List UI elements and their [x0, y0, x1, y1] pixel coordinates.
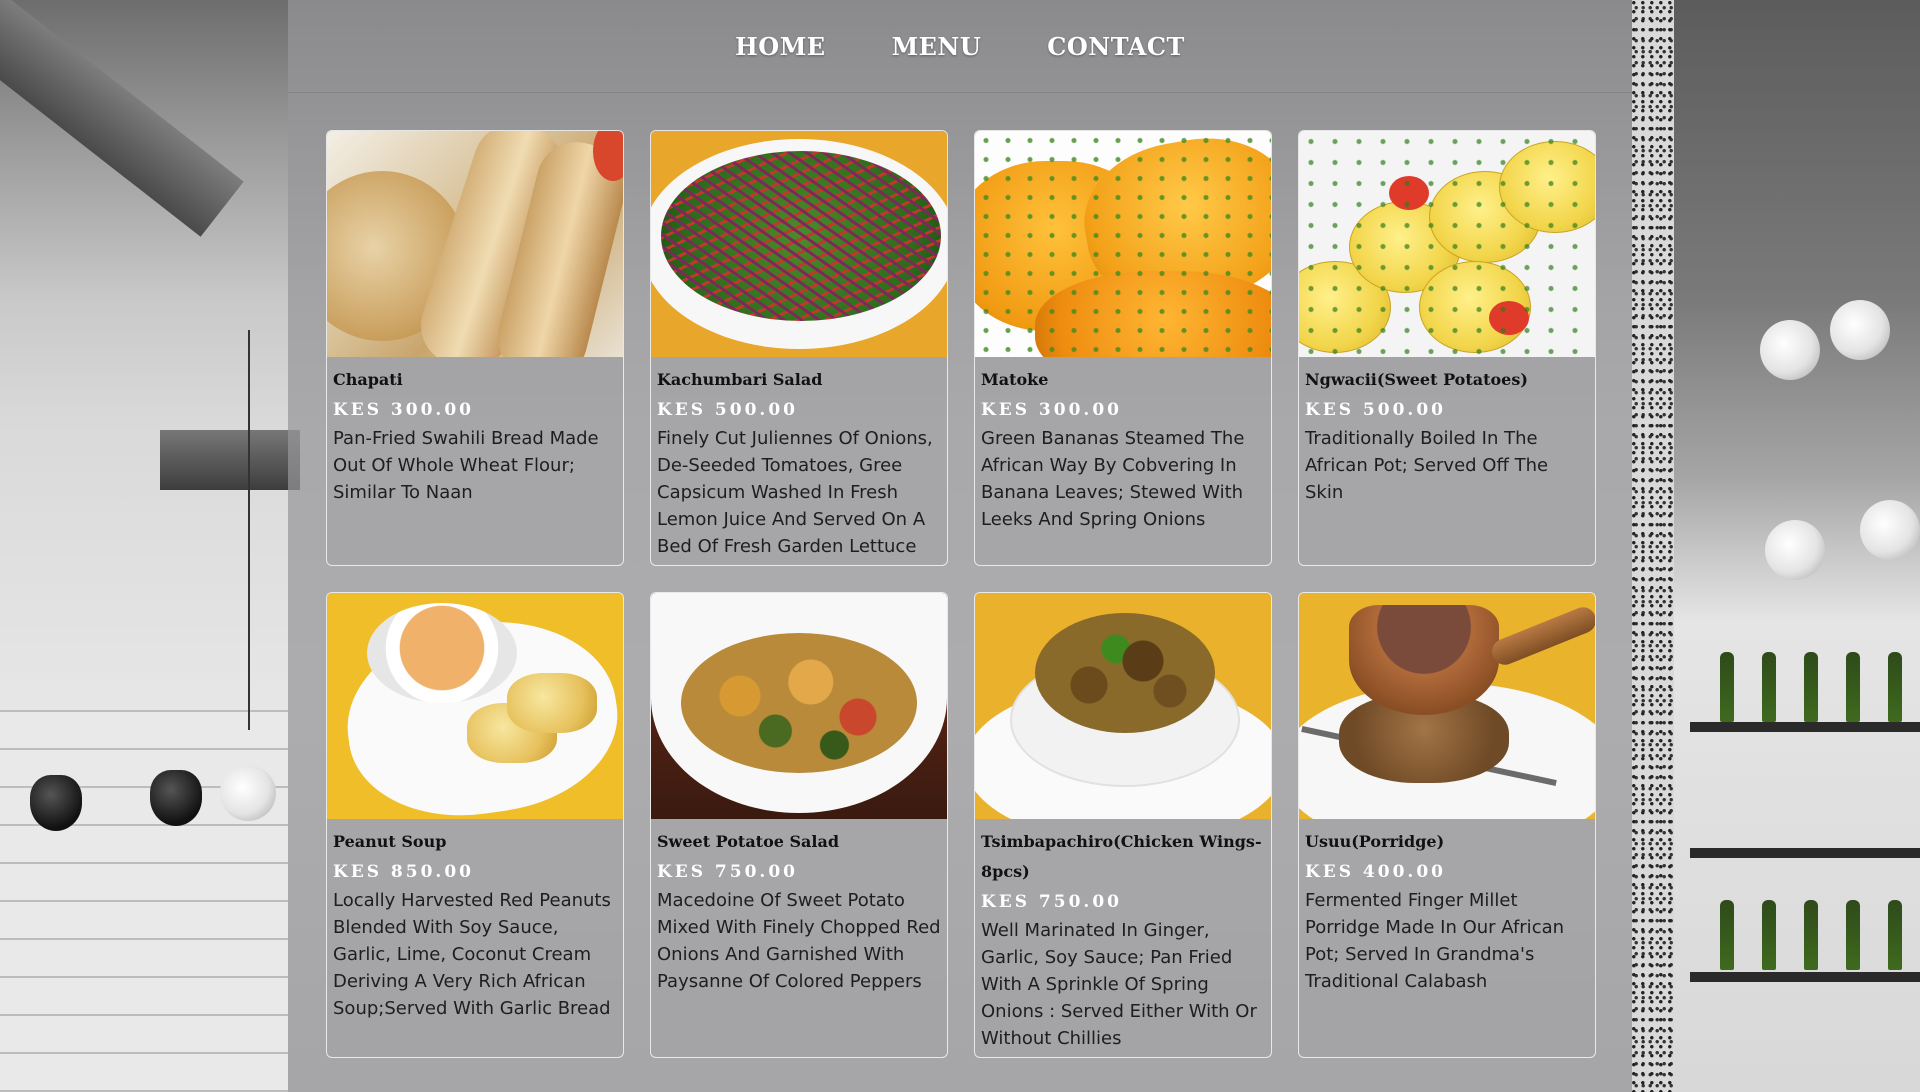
pendant-lamp [1765, 520, 1825, 580]
bottle [1720, 900, 1734, 970]
chapati-photo [327, 131, 623, 357]
item-name: Kachumbari Salad [657, 370, 823, 389]
nav-menu-link[interactable]: MENU [890, 32, 984, 61]
nav-home-link[interactable]: HOME [733, 32, 827, 61]
item-name: Usuu(Porridge) [1305, 832, 1445, 851]
bottle [1888, 900, 1902, 970]
menu-card-matoke[interactable]: Matoke KES 300.00 Green Bananas Steamed … [974, 130, 1272, 566]
spotlight [30, 775, 82, 831]
usuu-photo [1299, 593, 1595, 819]
item-description: Finely Cut Juliennes Of Onions, De-Seede… [657, 428, 933, 557]
item-price: KES 300.00 [333, 400, 474, 420]
item-description: Macedoine Of Sweet Potato Mixed With Fin… [657, 890, 941, 992]
shelf [1690, 848, 1920, 858]
item-description: Traditionally Boiled In The African Pot;… [1305, 428, 1549, 503]
menu-card-usuu[interactable]: Usuu(Porridge) KES 400.00 Fermented Fing… [1298, 592, 1596, 1058]
item-name: Peanut Soup [333, 832, 447, 851]
spotlight [150, 770, 202, 826]
menu-card-kachumbari-salad[interactable]: Kachumbari Salad KES 500.00 Finely Cut J… [650, 130, 948, 566]
item-name: Tsimbapachiro(Chicken Wings-8pcs) [981, 832, 1262, 881]
bottle [1762, 652, 1776, 722]
peanut-soup-photo [327, 593, 623, 819]
bottle [1846, 900, 1860, 970]
menu-card-sweet-potatoe-salad[interactable]: Sweet Potatoe Salad KES 750.00 Macedoine… [650, 592, 948, 1058]
item-description: Green Bananas Steamed The African Way By… [981, 428, 1245, 530]
menu-card-ngwacii[interactable]: Ngwacii(Sweet Potatoes) KES 500.00 Tradi… [1298, 130, 1596, 566]
item-price: KES 500.00 [657, 400, 798, 420]
item-description: Pan-Fried Swahili Bread Made Out Of Whol… [333, 428, 599, 503]
pendant-lamp [1760, 320, 1820, 380]
ceiling-beam-lower [160, 430, 300, 490]
bottle [1846, 652, 1860, 722]
nav-contact-link[interactable]: CONTACT [1045, 32, 1187, 61]
kachumbari-salad-photo [651, 131, 947, 357]
tsimbapachiro-photo [975, 593, 1271, 819]
pendant-lamp [220, 765, 276, 821]
item-price: KES 850.00 [333, 862, 474, 882]
item-name: Chapati [333, 370, 403, 389]
item-price: KES 750.00 [657, 862, 798, 882]
top-nav: HOME MENU CONTACT [288, 0, 1632, 93]
menu-card-tsimbapachiro[interactable]: Tsimbapachiro(Chicken Wings-8pcs) KES 75… [974, 592, 1272, 1058]
shelf [1690, 972, 1920, 982]
item-price: KES 300.00 [981, 400, 1122, 420]
item-name: Matoke [981, 370, 1049, 389]
pendant-lamp [1830, 300, 1890, 360]
menu-grid: Chapati KES 300.00 Pan-Fried Swahili Bre… [326, 130, 1596, 1058]
shelf [1690, 722, 1920, 732]
speckled-column [1632, 0, 1674, 1092]
bottle [1804, 900, 1818, 970]
sweet-potatoe-salad-photo [651, 593, 947, 819]
item-description: Well Marinated In Ginger, Garlic, Soy Sa… [981, 920, 1257, 1049]
item-description: Locally Harvested Red Peanuts Blended Wi… [333, 890, 611, 1019]
menu-card-chapati[interactable]: Chapati KES 300.00 Pan-Fried Swahili Bre… [326, 130, 624, 566]
item-price: KES 500.00 [1305, 400, 1446, 420]
pendant-lamp [1860, 500, 1920, 560]
main-panel: HOME MENU CONTACT Chapati KES 300.00 Pan… [288, 0, 1632, 1092]
bottle [1762, 900, 1776, 970]
bottle [1888, 652, 1902, 722]
lamp-wire [248, 330, 250, 730]
item-name: Ngwacii(Sweet Potatoes) [1305, 370, 1528, 389]
bottle [1804, 652, 1818, 722]
item-description: Fermented Finger Millet Porridge Made In… [1305, 890, 1565, 992]
item-price: KES 400.00 [1305, 862, 1446, 882]
item-name: Sweet Potatoe Salad [657, 832, 840, 851]
bottle [1720, 652, 1734, 722]
ngwacii-photo [1299, 131, 1595, 357]
matoke-photo [975, 131, 1271, 357]
menu-card-peanut-soup[interactable]: Peanut Soup KES 850.00 Locally Harvested… [326, 592, 624, 1058]
item-price: KES 750.00 [981, 892, 1122, 912]
